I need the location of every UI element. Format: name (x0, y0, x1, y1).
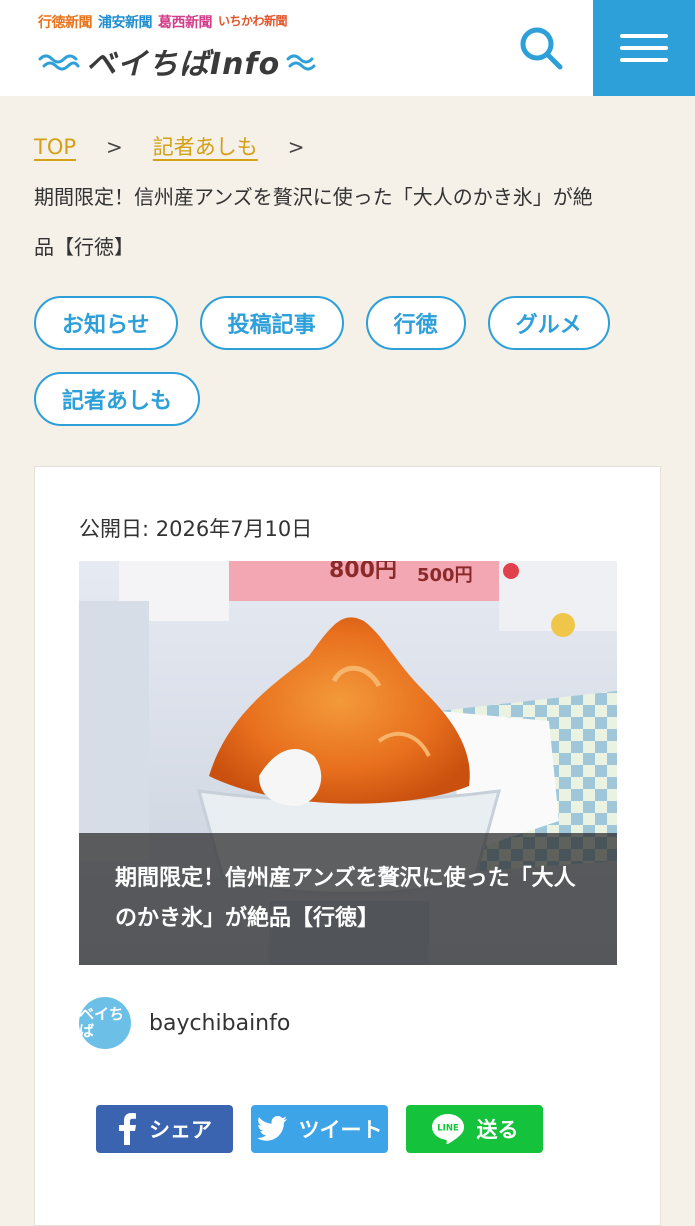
brand-name: ベイちばInfo (86, 47, 281, 82)
hamburger-menu-button[interactable] (593, 0, 695, 96)
breadcrumb: TOP > 記者あしも > 期間限定！信州産アンズを贅沢に使った「大人のかき氷」… (34, 128, 654, 272)
twitter-bird-icon (256, 1116, 287, 1141)
site-header: 行徳新聞 浦安新聞 葛西新聞 いちかわ新聞 ベイちばInfo (0, 0, 695, 96)
tag-gyotoku[interactable]: 行徳 (365, 296, 466, 350)
price-sign-500: 500円 (417, 565, 473, 586)
tag-gourmet[interactable]: グルメ (487, 296, 610, 350)
tag-list: お知らせ 投稿記事 行徳 グルメ 記者あしも (34, 296, 674, 426)
facebook-icon (119, 1113, 136, 1145)
share-buttons: シェア ツイート LINE 送る (96, 1105, 543, 1153)
tag-kisha-ashimo[interactable]: 記者あしも (34, 372, 201, 426)
site-logo[interactable]: 行徳新聞 浦安新聞 葛西新聞 いちかわ新聞 ベイちばInfo (38, 12, 318, 84)
menu-line (620, 34, 668, 38)
facebook-share-label: シェア (149, 1118, 212, 1142)
brand: ベイちばInfo (38, 38, 316, 84)
author-info[interactable]: ベイちば baychibainfo (79, 997, 290, 1049)
article-card: 公開日: 2026年7月10日 800円 500円 期間限定！信州産アンズを贅沢… (34, 466, 661, 1226)
breadcrumb-author-link[interactable]: 記者あしも (153, 123, 258, 171)
menu-line (620, 46, 668, 50)
twitter-tweet-button[interactable]: ツイート (251, 1105, 388, 1153)
menu-line (620, 58, 668, 62)
twitter-tweet-label: ツイート (298, 1118, 383, 1142)
author-name: baychibainfo (149, 1010, 291, 1036)
breadcrumb-separator-icon: > (106, 135, 123, 159)
paper-ichikawa: いちかわ新聞 (218, 14, 288, 28)
newspaper-names: 行徳新聞 浦安新聞 葛西新聞 いちかわ新聞 (38, 12, 318, 32)
search-icon (520, 27, 563, 70)
line-logo-text: LINE (437, 1124, 459, 1134)
hero-title-overlay: 期間限定！信州産アンズを贅沢に使った「大人のかき氷」が絶品【行徳】 (79, 833, 617, 965)
wave-right-icon (286, 51, 316, 71)
price-sign-800: 800円 (329, 561, 397, 583)
facebook-share-button[interactable]: シェア (96, 1105, 233, 1153)
search-button[interactable] (512, 20, 570, 76)
breadcrumb-current-page: 期間限定！信州産アンズを贅沢に使った「大人のかき氷」が絶品【行徳】 (34, 185, 593, 259)
line-send-label: 送る (476, 1118, 519, 1142)
paper-gyotoku: 行徳新聞 (38, 15, 93, 31)
line-logo-icon: LINE (431, 1114, 464, 1145)
author-avatar: ベイちば (79, 997, 131, 1049)
breadcrumb-separator-icon: > (287, 135, 305, 159)
paper-kasai: 葛西新聞 (158, 15, 213, 31)
publish-date: 公開日: 2026年7月10日 (79, 517, 313, 541)
tag-toukou-kiji[interactable]: 投稿記事 (199, 296, 344, 350)
breadcrumb-top-link[interactable]: TOP (34, 123, 76, 171)
tag-oshirase[interactable]: お知らせ (34, 296, 178, 350)
line-send-button[interactable]: LINE 送る (406, 1105, 543, 1153)
paper-urayasu: 浦安新聞 (98, 15, 153, 31)
wave-left-icon (38, 51, 80, 71)
hero-image[interactable]: 800円 500円 期間限定！信州産アンズを贅沢に使った「大人のかき氷」が絶品【… (79, 561, 617, 965)
